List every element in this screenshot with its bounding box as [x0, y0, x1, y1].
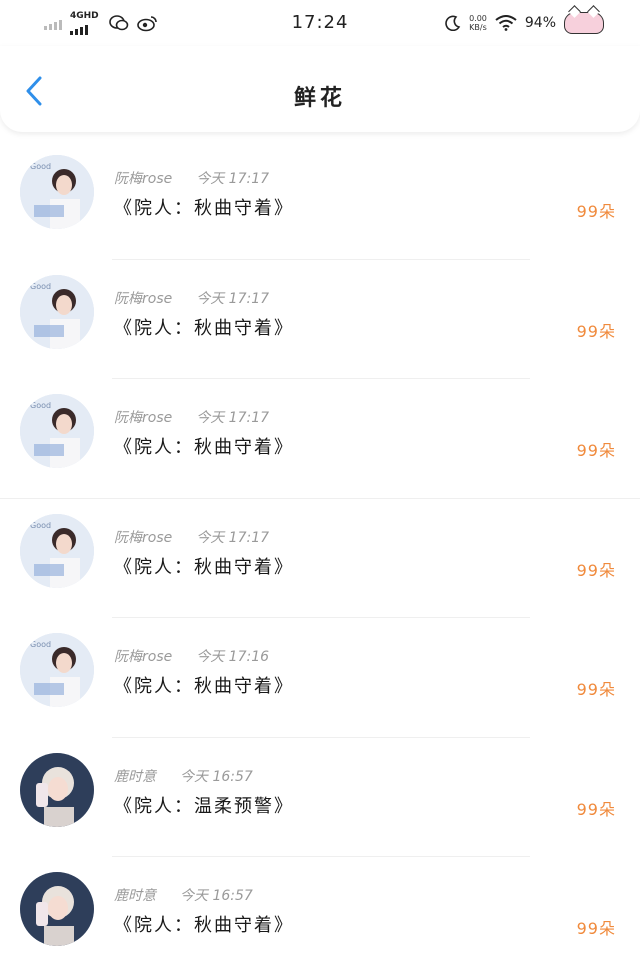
- network-indicator: 4GHD: [70, 10, 101, 35]
- flower-count: 99朵: [576, 560, 616, 580]
- svg-text:Good: Good: [30, 640, 51, 649]
- wechat-icon: [108, 15, 128, 31]
- flower-count: 99朵: [576, 799, 616, 819]
- status-bar: 4GHD 17:24 0.00 KB/s 94%: [0, 0, 640, 46]
- item-message: 《院人：秋曲守着》: [114, 437, 294, 458]
- item-meta: 鹿时意 今天 16:57: [114, 766, 253, 786]
- avatar[interactable]: Good: [20, 633, 94, 707]
- network-label: 4GHD: [70, 10, 99, 21]
- status-left: 4GHD: [44, 10, 159, 35]
- svg-text:Good: Good: [30, 162, 51, 171]
- sent-time: 今天 17:17: [196, 290, 270, 307]
- sent-time: 今天 17:17: [196, 529, 270, 546]
- list-item[interactable]: Good 阮梅rose 今天 17:16 《院人：秋曲守着》 99朵: [0, 618, 640, 738]
- avatar[interactable]: Good: [20, 274, 94, 349]
- page-title: 鲜花: [293, 86, 346, 111]
- svg-text:Good: Good: [30, 521, 51, 530]
- item-meta: 阮梅rose 今天 17:17: [114, 168, 269, 188]
- speed-unit: KB/s: [469, 23, 487, 32]
- item-message: 《院人：秋曲守着》: [114, 556, 294, 578]
- app-header: 鲜花: [0, 46, 640, 132]
- list-item[interactable]: 鹿时意 今天 16:57 《院人：秋曲守着》 99朵: [0, 857, 640, 977]
- flower-list: Good 阮梅rose 今天 17:17 《院人：秋曲守着》 99朵 Good …: [0, 140, 640, 977]
- sender-name: 阮梅rose: [114, 529, 173, 546]
- item-meta: 阮梅rose 今天 17:17: [114, 288, 269, 308]
- list-item[interactable]: Good 阮梅rose 今天 17:17 《院人：秋曲守着》 99朵: [0, 140, 640, 260]
- sent-time: 今天 17:17: [196, 410, 270, 426]
- list-item[interactable]: Good 阮梅rose 今天 17:17 《院人：秋曲守着》 99朵: [0, 379, 640, 499]
- list-item[interactable]: Good 阮梅rose 今天 17:17 《院人：秋曲守着》 99朵: [0, 499, 640, 618]
- sent-time: 今天 17:16: [196, 649, 270, 665]
- sender-name: 阮梅rose: [114, 410, 173, 426]
- flower-count: 99朵: [576, 680, 616, 699]
- wifi-icon: [495, 15, 517, 31]
- flower-count: 99朵: [576, 919, 616, 938]
- signal-strength-icon: [70, 21, 88, 35]
- item-meta: 阮梅rose 今天 17:17: [114, 527, 269, 547]
- flower-count: 99朵: [576, 441, 616, 460]
- item-message: 《院人：秋曲守着》: [114, 198, 294, 219]
- avatar[interactable]: [20, 872, 94, 946]
- sent-time: 今天 16:57: [180, 888, 253, 904]
- item-meta: 阮梅rose 今天 17:17: [114, 407, 269, 427]
- avatar[interactable]: Good: [20, 394, 94, 468]
- sent-time: 今天 17:17: [196, 171, 270, 187]
- avatar[interactable]: Good: [20, 155, 94, 229]
- flower-count: 99朵: [576, 321, 616, 341]
- svg-text:Good: Good: [30, 401, 51, 410]
- speed-value: 0.00: [469, 14, 487, 23]
- sent-time: 今天 16:57: [180, 768, 253, 785]
- sender-name: 阮梅rose: [114, 290, 173, 307]
- flower-count: 99朵: [576, 202, 616, 221]
- item-meta: 鹿时意 今天 16:57: [114, 885, 253, 905]
- sender-name: 鹿时意: [114, 888, 156, 904]
- weibo-icon: [136, 16, 157, 32]
- item-message: 《院人：秋曲守着》: [114, 915, 294, 936]
- list-item[interactable]: Good 阮梅rose 今天 17:17 《院人：秋曲守着》 99朵: [0, 260, 640, 379]
- item-message: 《院人：温柔预警》: [114, 795, 294, 817]
- network-speed: 0.00 KB/s: [469, 14, 487, 32]
- item-message: 《院人：秋曲守着》: [114, 317, 294, 339]
- battery-percent: 94%: [524, 15, 556, 31]
- avatar[interactable]: Good: [20, 513, 94, 588]
- item-message: 《院人：秋曲守着》: [114, 676, 294, 697]
- item-meta: 阮梅rose 今天 17:16: [114, 646, 269, 666]
- cat-battery-icon: [564, 12, 604, 34]
- status-right: 0.00 KB/s 94%: [445, 12, 604, 34]
- sender-name: 鹿时意: [114, 768, 156, 785]
- avatar[interactable]: [20, 752, 94, 827]
- sender-name: 阮梅rose: [114, 171, 173, 187]
- sender-name: 阮梅rose: [114, 649, 173, 665]
- signal-icon: [44, 16, 62, 30]
- list-item[interactable]: 鹿时意 今天 16:57 《院人：温柔预警》 99朵: [0, 738, 640, 857]
- svg-text:Good: Good: [30, 282, 51, 291]
- moon-icon: [445, 15, 461, 31]
